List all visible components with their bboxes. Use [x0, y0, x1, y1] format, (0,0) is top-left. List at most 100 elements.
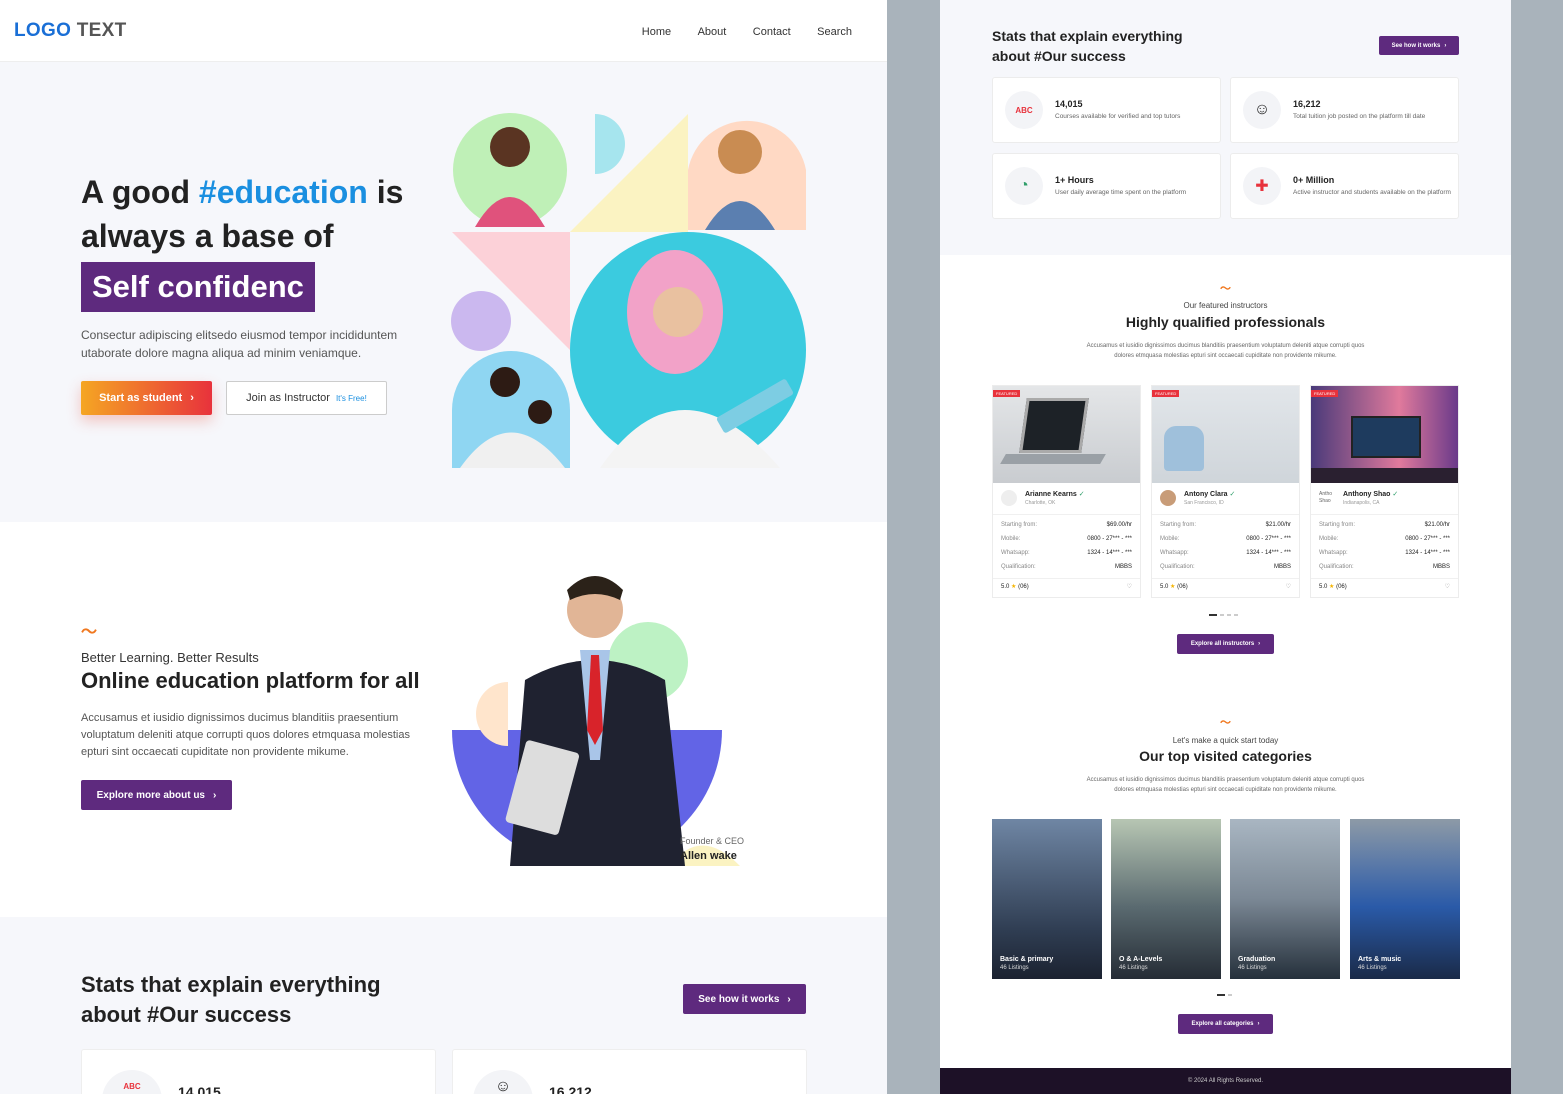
about-text: Accusamus et iusidio dignissimos ducimus…	[81, 712, 410, 758]
instructor-head: Antho Shao Anthony Shao ✓ Indianapolis, C…	[1311, 483, 1458, 515]
row-qual: Qualification: MBBS	[1311, 560, 1458, 574]
explore-instructors-label: Explore all instructors	[1190, 641, 1255, 647]
review-count: (06)	[1177, 584, 1188, 590]
category-card[interactable]: Arts & music 46 Listings	[1350, 819, 1460, 979]
start-student-button[interactable]: Start as student ›	[81, 381, 212, 415]
instructor-head: Arianne Kearns ✓ Charlotte, OK	[993, 483, 1140, 515]
instructor-location: Charlotte, OK	[1025, 500, 1056, 506]
site-footer: © 2024 All Rights Reserved.	[940, 1068, 1511, 1094]
stat-num: 14,015	[1055, 98, 1083, 109]
carousel-dot[interactable]	[1234, 614, 1238, 616]
collage-halfcircle	[595, 114, 625, 174]
row-rate: Starting from: $21.00/hr	[1311, 518, 1458, 532]
heart-icon[interactable]: ♡	[1445, 583, 1450, 590]
see-how-button-right[interactable]: See how it works ›	[1379, 36, 1459, 55]
row-rate: Starting from: $69.00/hr	[993, 518, 1140, 532]
category-card[interactable]: Graduation 46 Listings	[1230, 819, 1340, 979]
category-name: Arts & music	[1358, 956, 1402, 963]
carousel-dot[interactable]	[1228, 994, 1232, 996]
join-instructor-label: Join as Instructor	[246, 392, 330, 404]
stat-card-courses: ABC 14,015 Courses available for verified …	[992, 77, 1221, 143]
stat-label: Courses available for verified and top t…	[1055, 112, 1181, 120]
featured-badge: FEATURED	[993, 390, 1021, 397]
carousel-dot[interactable]	[1209, 614, 1217, 616]
rating-row: 5.0 ★ (06) ♡	[1311, 578, 1458, 594]
see-how-button[interactable]: See how it works ›	[683, 984, 806, 1014]
ceo-name: Allen wake	[680, 850, 737, 862]
rating-row: 5.0 ★ (06) ♡	[1152, 578, 1299, 594]
wave-divider-icon: 〜	[81, 624, 98, 641]
hero-collage	[451, 113, 806, 468]
carousel-dot[interactable]	[1220, 614, 1224, 616]
laptop-base-icon	[1000, 454, 1106, 464]
instructors-text: Accusamus et iusidio dignissimos ducimus…	[1086, 343, 1365, 359]
row-whatsapp: Whatsapp: 1324 - 14*** - ***	[1152, 546, 1299, 560]
explore-about-button[interactable]: Explore more about us ›	[81, 780, 232, 810]
instructor-name-text: Anthony Shao	[1343, 491, 1391, 498]
instructor-location: San Francisco, ID	[1184, 500, 1224, 506]
stats-title-l1: Stats that explain everything	[992, 28, 1183, 44]
rating-row: 5.0 ★ (06) ♡	[993, 578, 1140, 594]
instructor-name: Anthony Shao ✓	[1343, 490, 1398, 498]
armchair-icon	[1164, 426, 1204, 471]
category-count: 46 Listings	[1000, 965, 1029, 971]
monitor-icon	[1351, 416, 1421, 458]
chevron-right-icon: ›	[1257, 1021, 1260, 1027]
girl-head-icon	[718, 130, 762, 174]
hero-title-highlight: #education	[198, 174, 368, 210]
category-count: 46 Listings	[1119, 965, 1148, 971]
carousel-dot[interactable]	[1217, 994, 1225, 996]
instructor-name-text: Antony Clara	[1184, 491, 1228, 498]
value-mobile: 0800 - 27*** - ***	[1087, 536, 1132, 542]
heart-icon[interactable]: ♡	[1286, 583, 1291, 590]
instructor-card[interactable]: FEATURED Arianne Kearns ✓ Charlotte, OK S…	[992, 385, 1141, 598]
value-mobile: 0800 - 27*** - ***	[1246, 536, 1291, 542]
instructor-head: Antony Clara ✓ San Francisco, ID	[1152, 483, 1299, 515]
main-nav: Home About Contact Search	[631, 22, 873, 40]
stat-card-left: ABC 14,015	[81, 1049, 436, 1094]
stat-label: Total tuition job posted on the platform…	[1293, 112, 1426, 120]
kids-icon: ☺	[473, 1070, 533, 1094]
value-rate: $69.00/hr	[1106, 522, 1132, 528]
stat-num: 16,212	[549, 1084, 592, 1094]
join-instructor-button[interactable]: Join as Instructor It's Free!	[226, 381, 387, 415]
stats-title-l1: Stats that explain everything	[81, 972, 381, 997]
explore-categories-button[interactable]: Explore all categories ›	[1178, 1014, 1273, 1034]
stat-card-jobs: ☺ 16,212 Total tuition job posted on the p…	[1230, 77, 1459, 143]
row-mobile: Mobile: 0800 - 27*** - ***	[993, 532, 1140, 546]
instructor-card[interactable]: FEATURED Antony Clara ✓ San Francisco, ID…	[1151, 385, 1300, 598]
label-whatsapp: Whatsapp:	[1319, 550, 1348, 556]
heart-icon[interactable]: ♡	[1127, 583, 1132, 590]
stats-title-l2: about #Our success	[81, 1002, 292, 1027]
avatar	[1160, 490, 1176, 506]
explore-categories-label: Explore all categories	[1191, 1021, 1254, 1027]
stat-num: 14,015	[178, 1084, 221, 1094]
explore-instructors-button[interactable]: Explore all instructors ›	[1177, 634, 1274, 654]
label-start: Starting from:	[1001, 522, 1038, 528]
logo-part-a: LOGO	[14, 19, 72, 41]
nav-about[interactable]: About	[698, 26, 727, 38]
featured-badge: FEATURED	[1152, 390, 1180, 397]
nav-contact[interactable]: Contact	[753, 26, 791, 38]
chevron-right-icon: ›	[190, 392, 194, 404]
clock-icon: ◔	[1005, 167, 1043, 205]
value-whatsapp: 1324 - 14*** - ***	[1405, 550, 1450, 556]
carousel-dot[interactable]	[1227, 614, 1231, 616]
stat-card-users: ✚ 0+ Million Active instructor and student…	[1230, 153, 1459, 219]
see-how-label: See how it works	[698, 993, 780, 1005]
value-rate: $21.00/hr	[1424, 522, 1450, 528]
wave-divider-icon: 〜	[1220, 283, 1231, 295]
star-icon: ★	[1170, 584, 1176, 590]
hero-badge: Self confidenc	[81, 262, 315, 312]
category-card[interactable]: Basic & primary 46 Listings	[992, 819, 1102, 979]
abc-board-icon: ABC	[1005, 91, 1043, 129]
collage-lilac-circle	[451, 291, 511, 351]
nav-home[interactable]: Home	[642, 26, 671, 38]
collage-yellow-triangle	[570, 114, 688, 232]
logo[interactable]: LOGO TEXT	[14, 20, 127, 42]
nav-search[interactable]: Search	[817, 26, 852, 38]
stat-label: User daily average time spent on the pla…	[1055, 188, 1187, 196]
category-card[interactable]: O & A-Levels 46 Listings	[1111, 819, 1221, 979]
instructor-card[interactable]: FEATURED Antho Shao Anthony Shao ✓ Indian…	[1310, 385, 1459, 598]
label-qual: Qualification:	[1160, 564, 1195, 570]
